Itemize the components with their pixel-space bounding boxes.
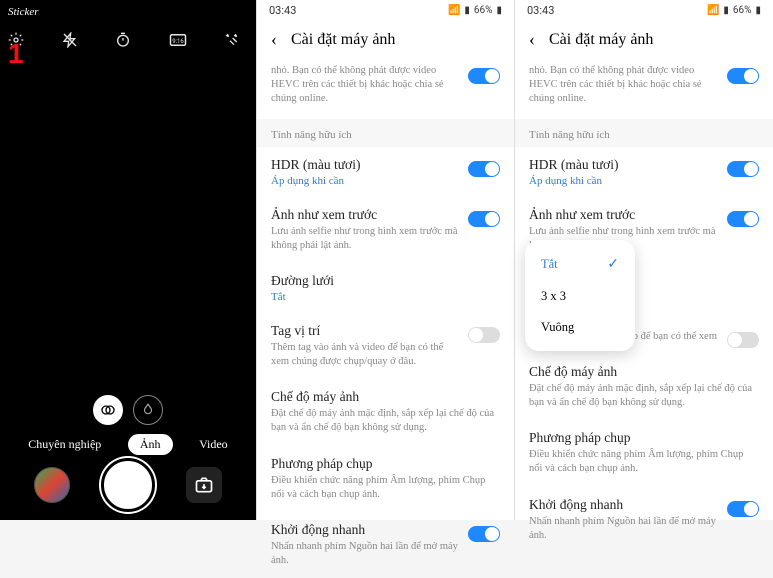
status-time: 03:43 <box>269 4 296 17</box>
shutter-row <box>0 458 256 512</box>
hevc-desc: nhỏ. Bạn có thể không phát được video HE… <box>271 64 458 107</box>
quick-toggle[interactable] <box>727 501 759 517</box>
dropdown-off-label: Tắt <box>541 257 558 272</box>
hdr-title: HDR (màu tươi) <box>271 157 458 173</box>
annotation-1: 1 <box>8 38 24 70</box>
status-bar: 03:43 📶 ▮ 66% ▮ <box>257 0 514 21</box>
grid-title: Đường lưới <box>271 273 500 289</box>
preview-item[interactable]: Ảnh như xem trước Lưu ảnh selfie như tro… <box>257 197 514 263</box>
grid-item[interactable]: Đường lưới Tắt <box>257 263 514 313</box>
quick-item[interactable]: Khởi động nhanh Nhấn nhanh phím Nguồn ha… <box>257 512 514 578</box>
dropdown-option-off[interactable]: Tắt ✓ <box>525 248 635 281</box>
shoot-item[interactable]: Phương pháp chụp Điều khiển chức năng ph… <box>515 420 773 486</box>
shoot-title: Phương pháp chụp <box>529 430 759 446</box>
hdr-item[interactable]: HDR (màu tươi) Áp dụng khi cần <box>257 147 514 197</box>
settings-screen-2: 03:43 📶 ▮ 66% ▮ ‹ Cài đặt máy ảnh nhỏ. B… <box>257 0 515 520</box>
grid-sub: Tắt <box>271 291 500 303</box>
camera-top-controls: 9:16 <box>0 24 256 56</box>
shoot-desc: Điều khiển chức năng phím Âm lượng, phím… <box>529 448 759 476</box>
status-right: 📶 ▮ 66% ▮ <box>707 5 761 16</box>
settings-screen-3: 03:43 📶 ▮ 66% ▮ ‹ Cài đặt máy ảnh nhỏ. B… <box>515 0 773 520</box>
mode-photo[interactable]: Ảnh <box>128 434 173 455</box>
filter-drop-icon[interactable] <box>133 395 163 425</box>
status-bar: 03:43 📶 ▮ 66% ▮ <box>515 0 773 21</box>
quick-desc: Nhấn nhanh phím Nguồn hai lần để mở máy … <box>271 540 458 568</box>
hdr-toggle[interactable] <box>468 161 500 177</box>
grid-dropdown: Tắt ✓ 3 x 3 Vuông <box>525 240 635 351</box>
signal-icon: ▮ <box>464 5 470 16</box>
wifi-icon: 📶 <box>707 5 719 16</box>
hevc-toggle[interactable] <box>468 68 500 84</box>
battery-icon: ▮ <box>496 5 502 16</box>
hdr-item[interactable]: HDR (màu tươi) Áp dụng khi cần <box>515 147 773 197</box>
check-icon: ✓ <box>607 256 619 273</box>
hdr-sub: Áp dụng khi cần <box>529 175 717 187</box>
quick-title: Khởi động nhanh <box>271 522 458 538</box>
filter-original-icon[interactable] <box>93 395 123 425</box>
hdr-sub: Áp dụng khi cần <box>271 175 458 187</box>
shutter-button[interactable] <box>101 458 155 512</box>
timer-icon[interactable] <box>115 32 131 48</box>
mode-desc: Đặt chế độ máy ảnh mặc định, sắp xếp lại… <box>271 407 500 435</box>
switch-camera-icon[interactable] <box>186 467 222 503</box>
hdr-title: HDR (màu tươi) <box>529 157 717 173</box>
quick-toggle[interactable] <box>468 526 500 542</box>
hevc-item[interactable]: nhỏ. Bạn có thể không phát được video HE… <box>257 58 514 119</box>
effects-icon[interactable] <box>224 32 240 48</box>
hdr-toggle[interactable] <box>727 161 759 177</box>
tag-item[interactable]: Tag vị trí Thêm tag vào ảnh và video để … <box>257 313 514 379</box>
svg-text:9:16: 9:16 <box>172 38 184 45</box>
mode-desc: Đặt chế độ máy ảnh mặc định, sắp xếp lại… <box>529 382 759 410</box>
tag-desc: Thêm tag vào ảnh và video để bạn có thể … <box>271 341 458 369</box>
mode-item[interactable]: Chế độ máy ảnh Đặt chế độ máy ảnh mặc đị… <box>257 379 514 445</box>
header-title: Cài đặt máy ảnh <box>549 31 653 49</box>
signal-icon: ▮ <box>723 5 729 16</box>
back-icon[interactable]: ‹ <box>271 29 277 50</box>
status-right: 📶 ▮ 66% ▮ <box>448 5 502 16</box>
tag-toggle[interactable] <box>727 332 759 348</box>
hevc-item[interactable]: nhỏ. Bạn có thể không phát được video HE… <box>515 58 773 119</box>
status-time: 03:43 <box>527 4 554 17</box>
hevc-toggle[interactable] <box>727 68 759 84</box>
back-icon[interactable]: ‹ <box>529 29 535 50</box>
preview-toggle[interactable] <box>468 211 500 227</box>
tag-title: Tag vị trí <box>271 323 458 339</box>
flash-icon[interactable] <box>62 32 78 48</box>
shoot-title: Phương pháp chụp <box>271 456 500 472</box>
preview-title: Ảnh như xem trước <box>271 207 458 223</box>
mode-video[interactable]: Video <box>199 437 228 452</box>
preview-toggle[interactable] <box>727 211 759 227</box>
mode-title: Chế độ máy ảnh <box>271 389 500 405</box>
section-useful: Tính năng hữu ích <box>515 119 773 147</box>
quick-title: Khởi động nhanh <box>529 497 717 513</box>
settings-header: ‹ Cài đặt máy ảnh <box>515 21 773 58</box>
tag-toggle[interactable] <box>468 327 500 343</box>
wifi-icon: 📶 <box>448 5 460 16</box>
mode-title: Chế độ máy ảnh <box>529 364 759 380</box>
shoot-item[interactable]: Phương pháp chụp Điều khiển chức năng ph… <box>257 446 514 512</box>
mode-row: Chuyên nghiệp Ảnh Video <box>0 434 256 455</box>
dropdown-option-3x3[interactable]: 3 x 3 <box>525 281 635 312</box>
quick-desc: Nhấn nhanh phím Nguồn hai lần để mở máy … <box>529 515 717 543</box>
hevc-desc: nhỏ. Bạn có thể không phát được video HE… <box>529 64 717 107</box>
battery-icon: ▮ <box>755 5 761 16</box>
shoot-desc: Điều khiển chức năng phím Âm lượng, phím… <box>271 474 500 502</box>
sticker-label: Sticker <box>0 0 256 24</box>
gallery-thumbnail[interactable] <box>34 467 70 503</box>
settings-header: ‹ Cài đặt máy ảnh <box>257 21 514 58</box>
mode-item[interactable]: Chế độ máy ảnh Đặt chế độ máy ảnh mặc đị… <box>515 354 773 420</box>
preview-title: Ảnh như xem trước <box>529 207 717 223</box>
mode-pro[interactable]: Chuyên nghiệp <box>28 437 101 452</box>
section-useful: Tính năng hữu ích <box>257 119 514 147</box>
battery-text: 66% <box>474 5 493 16</box>
preview-desc: Lưu ảnh selfie như trong hình xem trước … <box>271 225 458 253</box>
header-title: Cài đặt máy ảnh <box>291 31 395 49</box>
filter-row <box>0 395 256 425</box>
battery-text: 66% <box>733 5 752 16</box>
camera-screen: Sticker 9:16 1 Chuyên nghiệp Ảnh Video <box>0 0 257 520</box>
aspect-ratio-icon[interactable]: 9:16 <box>169 33 187 47</box>
dropdown-option-square[interactable]: Vuông <box>525 312 635 343</box>
